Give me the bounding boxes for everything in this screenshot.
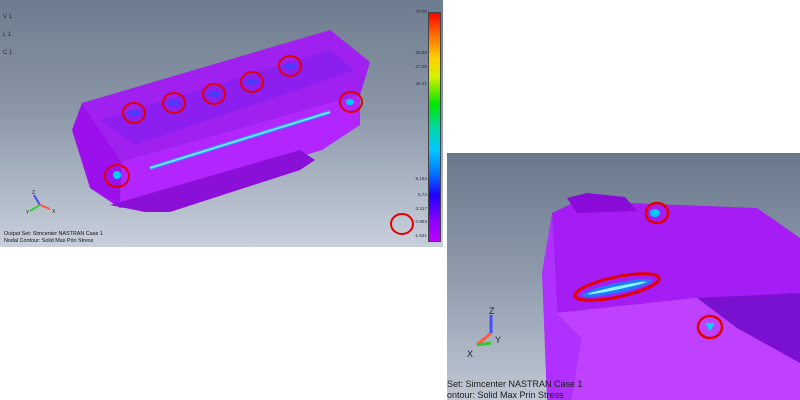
contour-color-bar (428, 12, 441, 242)
zoom-side-wall (567, 193, 637, 213)
hole (128, 110, 140, 116)
legend-tick: 29.88 (415, 50, 428, 55)
hole (208, 91, 220, 97)
main-model-svg: Z Y X (26, 30, 414, 235)
triad-x-label: X (467, 349, 473, 359)
hotspot (650, 209, 660, 217)
legend-tick: 0.893 (415, 219, 428, 224)
zoom-viewport[interactable]: Z X Y Set: Simcenter NASTRAN Case 1 onto… (447, 153, 800, 400)
hotspot (113, 171, 121, 179)
legend-tick: 5.74 (418, 192, 427, 197)
hole (168, 100, 180, 106)
output-set-label: Set: Simcenter NASTRAN Case 1 (447, 379, 583, 389)
triad-y-label: Y (26, 210, 30, 216)
triad-y-label: Y (495, 335, 501, 345)
hotspot (346, 99, 354, 105)
legend-tick: -1.531 (413, 233, 427, 238)
triad-z-label: Z (489, 306, 495, 316)
zoom-model-svg: Z X Y (467, 193, 800, 400)
hole (284, 63, 296, 69)
legend-tick: 70.00 (415, 9, 428, 14)
output-set-label: Output Set: Simcenter NASTRAN Case 1 (4, 231, 103, 237)
axis-triad: Z X Y (467, 306, 501, 359)
legend-tick: 27.05 (415, 64, 428, 69)
triad-z-label: Z (32, 190, 35, 196)
legend-tick: 8.164 (415, 176, 428, 181)
legend-tick: 25.21 (415, 81, 428, 86)
nodal-contour-label: ontour: Solid Max Prin Stress (447, 390, 564, 400)
legend-tick: 3.317 (415, 206, 428, 211)
axis-triad: Z Y X (26, 190, 56, 216)
hole (246, 79, 258, 85)
triad-x-label: X (52, 209, 56, 215)
annotation-circle (390, 213, 414, 235)
nodal-contour-label: Nodal Contour: Solid Max Prin Stress (4, 238, 94, 244)
main-viewport[interactable]: V 1 L 1 C 1 Z Y X 70.00 29.88 27.05 25.2… (0, 0, 443, 247)
